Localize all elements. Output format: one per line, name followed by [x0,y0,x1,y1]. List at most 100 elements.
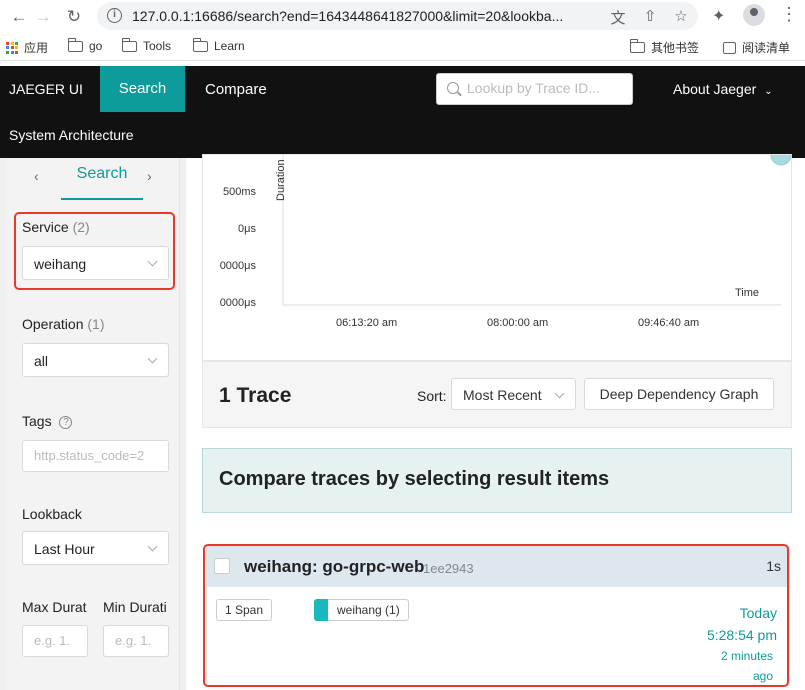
lookback-value: Last Hour [34,541,95,557]
x-tick-label: 06:13:20 am [336,317,398,329]
tab-compare[interactable]: Compare [205,81,267,98]
search-icon [447,82,459,94]
service-color-swatch [314,599,328,621]
service-select[interactable]: weihang [22,246,169,280]
jaeger-topnav: JAEGER UI Search Compare About Jaeger ⌄ … [0,66,805,158]
trace-result-item[interactable]: weihang: go-grpc-web 1ee2943 1s 1 Span w… [206,546,790,686]
sidebar-tab-search[interactable]: Search [61,158,143,200]
compare-banner: Compare traces by selecting result items [202,448,792,513]
tab-search[interactable]: Search [100,66,185,112]
max-duration-input[interactable]: e.g. 1. [22,625,88,657]
info-icon[interactable]: i [107,8,122,23]
trace-title[interactable]: weihang: go-grpc-web [244,557,424,577]
address-bar[interactable]: i 127.0.0.1:16686/search?end=16434486418… [97,2,698,30]
span-count-badge: 1 Span [216,599,273,621]
about-jaeger-menu[interactable]: About Jaeger ⌄ [673,81,773,97]
folder-icon [121,37,137,52]
bookmark-label: Tools [143,39,172,53]
chevron-down-icon [147,353,158,364]
trace-header[interactable]: weihang: go-grpc-web 1ee2943 1s [207,547,789,587]
y-tick-label: 0000μs [219,260,256,272]
x-tick-label: 08:00:00 am [487,317,549,329]
bookmark-tools[interactable]: Tools [121,37,172,53]
scatter-plot: 500ms 0μs 0000μs 0000μs Duration Time 06… [202,154,792,361]
bookmark-go[interactable]: go [67,37,102,53]
x-tick-label: 09:46:40 am [638,317,700,329]
results-count: 1 Trace [219,384,292,407]
back-arrow-icon[interactable]: ← [8,6,30,28]
operation-count: (1) [87,316,105,332]
folder-icon [192,37,208,52]
help-icon[interactable]: ? [59,415,73,429]
service-label-text: Service [22,219,69,235]
operation-select[interactable]: all [22,343,169,377]
x-axis-title: Time [735,287,760,299]
tags-label: Tags ? [22,413,73,429]
bookmarks-bar: 应用 go Tools Learn 其他书签 阅读清单 [0,33,805,61]
lookback-select[interactable]: Last Hour [22,531,169,565]
translate-icon[interactable]: 文 [609,7,627,28]
bookmark-other[interactable]: 其他书签 [629,39,700,56]
y-tick-label: 0μs [238,223,256,235]
tags-input[interactable]: http.status_code=2 [22,440,169,472]
search-results: 500ms 0μs 0000μs 0000μs Duration Time 06… [186,154,805,690]
chevron-down-icon: ⌄ [764,86,773,97]
trace-select-checkbox[interactable] [214,558,230,574]
chevron-left-icon[interactable]: ‹ [34,168,39,184]
y-axis-title: Duration [275,159,287,201]
bookmark-label: 其他书签 [651,41,700,55]
lookback-label: Lookback [22,506,82,522]
trace-lookup [436,73,633,105]
chevron-right-icon[interactable]: › [147,168,152,184]
about-jaeger-label: About Jaeger [673,81,757,97]
service-badge: weihang (1) [314,599,409,621]
trace-date: Today [739,605,777,621]
reading-list-label: 阅读清单 [742,41,791,55]
chevron-down-icon [147,256,158,267]
reading-list-icon [723,41,736,54]
bookmark-learn[interactable]: Learn [192,37,245,53]
chevron-down-icon [147,541,158,552]
bookmark-apps[interactable]: 应用 [6,39,48,56]
y-tick-label: 500ms [222,186,256,198]
bookmark-label: Learn [214,39,245,53]
service-count: (2) [72,219,90,235]
sort-value: Most Recent [463,387,542,403]
sort-label: Sort: [417,388,447,404]
reload-icon[interactable]: ↻ [63,6,85,28]
folder-icon [629,39,645,53]
trace-id-input[interactable] [467,80,627,96]
service-value: weihang [34,256,87,272]
forward-arrow-icon[interactable]: → [32,6,54,28]
service-label: Service (2) [22,219,90,235]
service-badge-label: weihang (1) [337,603,400,617]
trace-id: 1ee2943 [423,561,474,576]
trace-point [770,155,792,166]
browser-toolbar: ← → ↻ i 127.0.0.1:16686/search?end=16434… [0,0,805,33]
folder-icon [67,37,83,52]
scatter-plot-svg [282,155,792,306]
min-duration-label: Min Durati [103,599,167,615]
menu-icon[interactable]: ⋮ [780,4,798,25]
y-tick-label: 0000μs [219,297,256,309]
operation-label-text: Operation [22,316,84,332]
star-icon[interactable]: ☆ [672,7,690,25]
results-header: 1 Trace Sort: Most Recent Deep Dependenc… [202,361,792,428]
brand-logo[interactable]: JAEGER UI [9,81,83,97]
bookmark-label: 应用 [24,41,49,55]
sort-select[interactable]: Most Recent [451,378,576,410]
trace-time: 5:28:54 pm [706,627,777,643]
deep-dependency-graph-button[interactable]: Deep Dependency Graph [584,378,774,410]
trace-duration: 1s [766,558,781,574]
system-architecture-link[interactable]: System Architecture [9,127,134,143]
tags-label-text: Tags [22,413,52,429]
reading-list[interactable]: 阅读清单 [723,39,790,56]
min-duration-input[interactable]: e.g. 1. [103,625,169,657]
compare-text: Compare traces by selecting result items [219,468,610,490]
url-text: 127.0.0.1:16686/search?end=1643448641827… [132,8,564,24]
extensions-icon[interactable]: ✦ [712,6,725,26]
search-sidebar: ‹ Search › Service (2) weihang Operation… [0,158,186,690]
profile-avatar[interactable] [743,4,765,26]
chevron-down-icon [554,388,565,399]
share-icon[interactable]: ⇧ [641,7,659,25]
